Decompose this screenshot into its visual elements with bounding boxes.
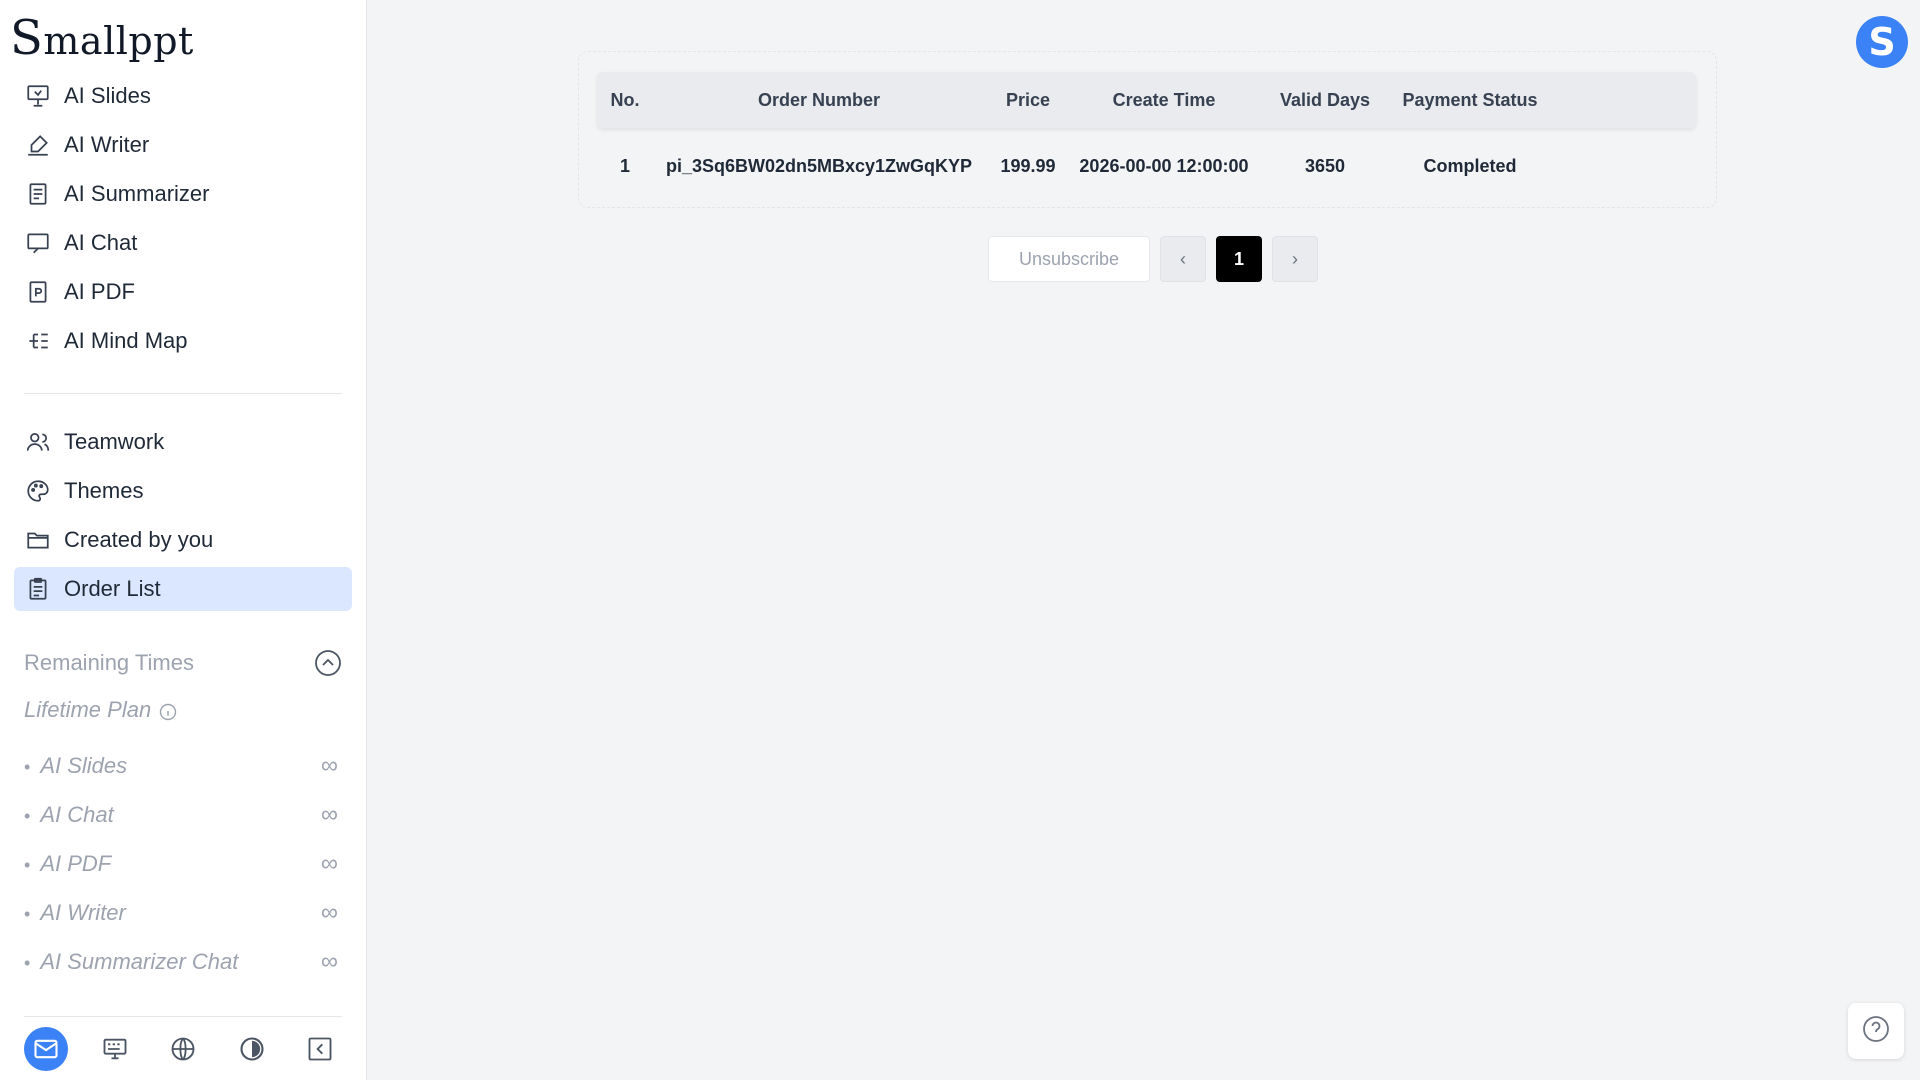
nav-ai-summarizer[interactable]: AI Summarizer — [14, 172, 352, 216]
cell-create-time: 2026-00-00 12:00:00 — [1079, 155, 1249, 176]
nav-ai-pdf[interactable]: AI PDF — [14, 270, 352, 314]
contrast-icon[interactable] — [230, 1027, 274, 1071]
column-header-order-number: Order Number — [757, 89, 881, 110]
nav-label: AI Mind Map — [64, 328, 188, 353]
chat-screen-icon — [24, 229, 52, 257]
globe-icon[interactable] — [161, 1027, 205, 1071]
nav-label: AI Summarizer — [64, 181, 210, 206]
quota-value: ∞ — [320, 752, 338, 779]
quota-label: AI Slides — [24, 753, 127, 779]
remaining-times-header: Remaining Times — [24, 643, 342, 683]
order-table: No. Order Number Price Create Time Valid… — [578, 51, 1717, 208]
app-logo[interactable]: Smallppt — [10, 10, 194, 66]
quota-label: AI PDF — [24, 851, 111, 877]
remaining-times-title: Remaining Times — [24, 650, 194, 675]
palette-icon — [24, 477, 52, 505]
sidebar: Smallppt AI Slides AI Writer AI Summariz… — [0, 0, 367, 1080]
quota-label: AI Writer — [24, 900, 126, 926]
quota-item: AI Chat ∞ — [24, 795, 342, 835]
chevron-up-icon[interactable] — [314, 649, 342, 677]
mail-icon[interactable] — [24, 1027, 68, 1071]
nav-label: Teamwork — [64, 429, 165, 454]
pdf-icon — [24, 278, 52, 306]
nav-created-by-you[interactable]: Created by you — [14, 518, 352, 562]
cell-price: 199.99 — [1000, 155, 1056, 176]
quota-item: AI PDF ∞ — [24, 844, 342, 884]
column-header-create-time: Create Time — [1112, 89, 1216, 110]
pagination: Unsubscribe ‹ 1 › — [988, 236, 1318, 282]
column-header-price: Price — [1005, 89, 1051, 110]
pen-writing-icon — [24, 131, 52, 159]
help-icon — [1862, 1015, 1890, 1048]
mind-map-icon — [24, 327, 52, 355]
quota-value: ∞ — [320, 948, 338, 975]
plan-name: Lifetime Plan — [24, 697, 152, 722]
nav-themes[interactable]: Themes — [14, 469, 352, 513]
cell-valid-days: 3650 — [1304, 155, 1346, 176]
column-header-no: No. — [610, 89, 640, 110]
column-header-payment-status: Payment Status — [1402, 89, 1538, 110]
workspace-nav: Teamwork Themes Created by you Order Lis… — [14, 420, 352, 616]
table-header: No. Order Number Price Create Time Valid… — [597, 72, 1696, 128]
nav-ai-chat[interactable]: AI Chat — [14, 221, 352, 265]
nav-ai-writer[interactable]: AI Writer — [14, 123, 352, 167]
quota-item: AI Slides ∞ — [24, 746, 342, 786]
table-row[interactable]: 1 pi_3Sq6BW02dn5MBxcy1ZwGqKYP 199.99 202… — [597, 138, 1696, 194]
nav-ai-slides[interactable]: AI Slides — [14, 74, 352, 118]
collapse-sidebar-icon[interactable] — [298, 1027, 342, 1071]
sidebar-footer — [24, 1025, 342, 1073]
page-1-button[interactable]: 1 — [1216, 236, 1262, 282]
quota-label: AI Summarizer Chat — [24, 949, 238, 975]
quota-value: ∞ — [320, 801, 338, 828]
cell-order-number: pi_3Sq6BW02dn5MBxcy1ZwGqKYP — [665, 155, 973, 176]
cell-no: 1 — [619, 155, 630, 176]
previous-page-button[interactable]: ‹ — [1160, 236, 1206, 282]
nav-label: AI Slides — [64, 83, 151, 108]
help-button[interactable] — [1848, 1003, 1904, 1059]
logo-initial: S — [10, 10, 44, 66]
clipboard-icon — [24, 575, 52, 603]
unsubscribe-button[interactable]: Unsubscribe — [988, 236, 1150, 282]
nav-label: AI Writer — [64, 132, 150, 157]
bottom-divider — [24, 1016, 342, 1017]
keyboard-icon[interactable] — [93, 1027, 137, 1071]
nav-order-list[interactable]: Order List — [14, 567, 352, 611]
next-page-button[interactable]: › — [1272, 236, 1318, 282]
cell-payment-status: Completed — [1423, 155, 1517, 176]
logo-text: mallppt — [43, 19, 194, 63]
presentation-icon — [24, 82, 52, 110]
sidebar-divider — [24, 393, 342, 394]
user-avatar[interactable]: S — [1856, 16, 1908, 68]
nav-label: Order List — [64, 576, 161, 601]
nav-teamwork[interactable]: Teamwork — [14, 420, 352, 464]
column-header-valid-days: Valid Days — [1279, 89, 1371, 110]
quota-value: ∞ — [320, 899, 338, 926]
quota-label: AI Chat — [24, 802, 113, 828]
nav-label: AI PDF — [64, 279, 135, 304]
users-icon — [24, 428, 52, 456]
quota-value: ∞ — [320, 850, 338, 877]
plan-label: Lifetime Plan — [24, 697, 177, 723]
folder-icon — [24, 526, 52, 554]
document-lines-icon — [24, 180, 52, 208]
quota-item: AI Writer ∞ — [24, 893, 342, 933]
nav-ai-mind-map[interactable]: AI Mind Map — [14, 319, 352, 363]
nav-label: AI Chat — [64, 230, 138, 255]
nav-label: Created by you — [64, 527, 214, 552]
nav-label: Themes — [64, 478, 144, 503]
info-icon[interactable] — [159, 701, 177, 721]
quota-item: AI Summarizer Chat ∞ — [24, 942, 342, 982]
tools-nav: AI Slides AI Writer AI Summarizer AI Cha… — [14, 74, 352, 368]
